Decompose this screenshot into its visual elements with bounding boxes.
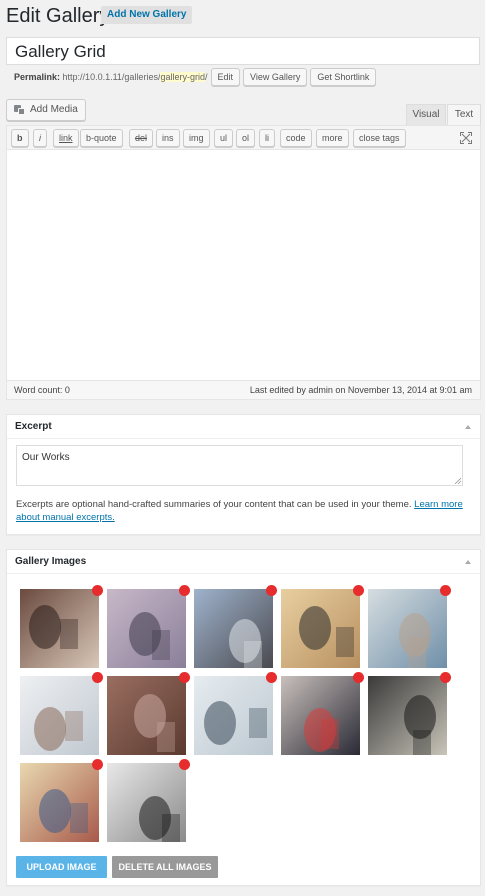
editor: b i link b-quote del ins img ul ol li co… [6, 125, 481, 400]
remove-image-icon[interactable] [92, 585, 103, 596]
qt-italic-button[interactable]: i [33, 129, 47, 147]
gallery-thumbnail[interactable] [20, 763, 99, 842]
permalink-label: Permalink: [14, 72, 61, 82]
remove-image-icon[interactable] [179, 585, 190, 596]
qt-link-button[interactable]: link [53, 129, 79, 147]
quicktags-toolbar: b i link b-quote del ins img ul ol li co… [7, 126, 480, 150]
content-textarea[interactable] [7, 151, 480, 381]
gallery-thumbnail[interactable] [194, 589, 273, 668]
add-media-label: Add Media [30, 104, 78, 115]
gallery-thumbnail[interactable] [107, 676, 186, 755]
excerpt-box: Excerpt Our Works Excerpts are optional … [6, 414, 481, 535]
qt-blockquote-button[interactable]: b-quote [80, 129, 123, 147]
gallery-images-box: Gallery Images UPLOAD IMAGE DELETE ALL I… [6, 549, 481, 886]
qt-li-button[interactable]: li [259, 129, 275, 147]
excerpt-value: Our Works [22, 452, 70, 463]
qt-code-button[interactable]: code [280, 129, 312, 147]
add-media-button[interactable]: Add Media [6, 99, 86, 121]
excerpt-header[interactable]: Excerpt [7, 415, 480, 439]
permalink-base[interactable]: http://10.0.1.11/galleries/ [63, 72, 161, 82]
word-count: Word count: 0 [14, 385, 70, 395]
remove-image-icon[interactable] [179, 672, 190, 683]
remove-image-icon[interactable] [179, 759, 190, 770]
page-title: Edit Gallery [6, 5, 110, 27]
collapse-arrow-icon[interactable] [465, 560, 471, 564]
tab-visual[interactable]: Visual [406, 104, 446, 125]
remove-image-icon[interactable] [353, 672, 364, 683]
remove-image-icon[interactable] [92, 759, 103, 770]
delete-all-images-button[interactable]: DELETE ALL IMAGES [112, 856, 218, 878]
fullscreen-icon[interactable] [460, 132, 472, 144]
permalink-row: Permalink: http://10.0.1.11/galleries/ga… [14, 68, 377, 86]
qt-bold-button[interactable]: b [11, 129, 29, 147]
tab-text[interactable]: Text [447, 104, 481, 126]
last-edited: Last edited by admin on November 13, 201… [249, 385, 472, 395]
resize-grip-icon[interactable] [455, 478, 461, 484]
remove-image-icon[interactable] [440, 672, 451, 683]
qt-ol-button[interactable]: ol [236, 129, 256, 147]
remove-image-icon[interactable] [440, 585, 451, 596]
qt-ul-button[interactable]: ul [214, 129, 234, 147]
gallery-thumbnail[interactable] [281, 589, 360, 668]
remove-image-icon[interactable] [92, 672, 103, 683]
view-gallery-button[interactable]: View Gallery [243, 68, 308, 86]
gallery-header[interactable]: Gallery Images [7, 550, 480, 574]
edit-permalink-button[interactable]: Edit [210, 68, 241, 86]
permalink-trailing: / [204, 72, 208, 82]
gallery-thumbnail[interactable] [20, 589, 99, 668]
gallery-thumbnail[interactable] [194, 676, 273, 755]
excerpt-textarea[interactable]: Our Works [16, 445, 463, 486]
qt-img-button[interactable]: img [183, 129, 210, 147]
gallery-thumbnail[interactable] [20, 676, 99, 755]
gallery-thumbnail[interactable] [368, 676, 447, 755]
qt-ins-button[interactable]: ins [156, 129, 180, 147]
upload-image-button[interactable]: UPLOAD IMAGE [16, 856, 107, 878]
gallery-thumbnail[interactable] [368, 589, 447, 668]
permalink-slug[interactable]: gallery-grid [160, 72, 205, 82]
get-shortlink-button[interactable]: Get Shortlink [310, 68, 377, 86]
remove-image-icon[interactable] [353, 585, 364, 596]
gallery-thumbnail[interactable] [281, 676, 360, 755]
gallery-thumbnail[interactable] [107, 763, 186, 842]
qt-more-button[interactable]: more [316, 129, 349, 147]
gallery-thumbnail[interactable] [107, 589, 186, 668]
excerpt-help-body: Excerpts are optional hand-crafted summa… [16, 499, 415, 510]
collapse-arrow-icon[interactable] [465, 425, 471, 429]
gallery-title: Gallery Images [15, 556, 87, 567]
media-icon [14, 105, 25, 115]
excerpt-title: Excerpt [15, 421, 52, 432]
editor-status-bar: Word count: 0 Last edited by admin on No… [7, 380, 480, 399]
post-title-input[interactable]: Gallery Grid [6, 37, 480, 65]
excerpt-help-text: Excerpts are optional hand-crafted summa… [16, 498, 466, 524]
remove-image-icon[interactable] [266, 672, 277, 683]
add-new-gallery-button[interactable]: Add New Gallery [101, 6, 193, 24]
remove-image-icon[interactable] [266, 585, 277, 596]
qt-del-button[interactable]: del [129, 129, 154, 147]
qt-close-tags-button[interactable]: close tags [353, 129, 406, 147]
